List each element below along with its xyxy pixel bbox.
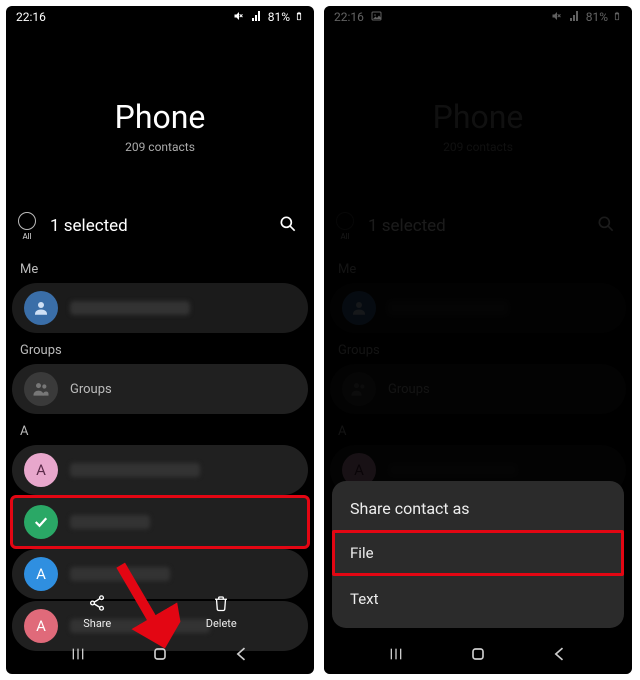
section-letter-a: A: [6, 420, 314, 443]
select-all-button[interactable]: All: [18, 212, 36, 241]
home-button[interactable]: [150, 644, 170, 668]
contact-row-selected[interactable]: [12, 497, 308, 547]
trash-icon: [212, 594, 230, 615]
me-row[interactable]: [12, 283, 308, 333]
screenshot-left: 22:16 81% Phone 209 contacts All 1 selec…: [6, 6, 314, 674]
avatar-me-icon: [24, 291, 58, 325]
recents-button[interactable]: [386, 646, 406, 666]
mute-icon: [232, 10, 246, 25]
home-button[interactable]: [468, 644, 488, 668]
page-title: Phone: [6, 98, 314, 136]
check-icon: [24, 505, 58, 539]
sheet-title: Share contact as: [332, 495, 624, 530]
recents-button[interactable]: [68, 646, 88, 666]
share-label: Share: [83, 617, 111, 630]
groups-icon: [24, 372, 58, 406]
section-groups: Groups: [6, 339, 314, 362]
selected-count: 1 selected: [50, 216, 260, 236]
redacted-name: [70, 463, 200, 477]
redacted-name: [70, 301, 190, 315]
signal-icon: [250, 10, 264, 25]
redacted-name: [70, 515, 150, 529]
header: Phone 209 contacts: [6, 28, 314, 204]
delete-label: Delete: [206, 617, 237, 630]
contact-row[interactable]: A: [12, 445, 308, 495]
section-me: Me: [6, 258, 314, 281]
back-button[interactable]: [232, 644, 252, 668]
selection-bar: All 1 selected: [6, 204, 314, 252]
status-bar: 22:16 81%: [6, 6, 314, 28]
android-navbar: [324, 638, 632, 674]
groups-row[interactable]: Groups: [12, 364, 308, 414]
share-option-file[interactable]: File: [332, 530, 624, 576]
search-button[interactable]: [274, 210, 302, 242]
battery-icon: [294, 9, 304, 26]
battery-percent: 81%: [268, 10, 290, 24]
delete-button[interactable]: Delete: [206, 594, 237, 630]
page-subtitle: 209 contacts: [6, 140, 314, 154]
groups-label: Groups: [70, 382, 112, 397]
select-all-circle-icon: [18, 212, 36, 230]
avatar-icon: A: [24, 453, 58, 487]
select-all-label: All: [22, 232, 31, 241]
screenshot-right: 22:16 81% Phone 209 contacts All 1 selec…: [324, 6, 632, 674]
avatar-icon: A: [24, 557, 58, 591]
back-button[interactable]: [550, 644, 570, 668]
share-sheet: Share contact as File Text: [332, 481, 624, 628]
share-option-text[interactable]: Text: [332, 576, 624, 622]
clock: 22:16: [16, 10, 46, 24]
